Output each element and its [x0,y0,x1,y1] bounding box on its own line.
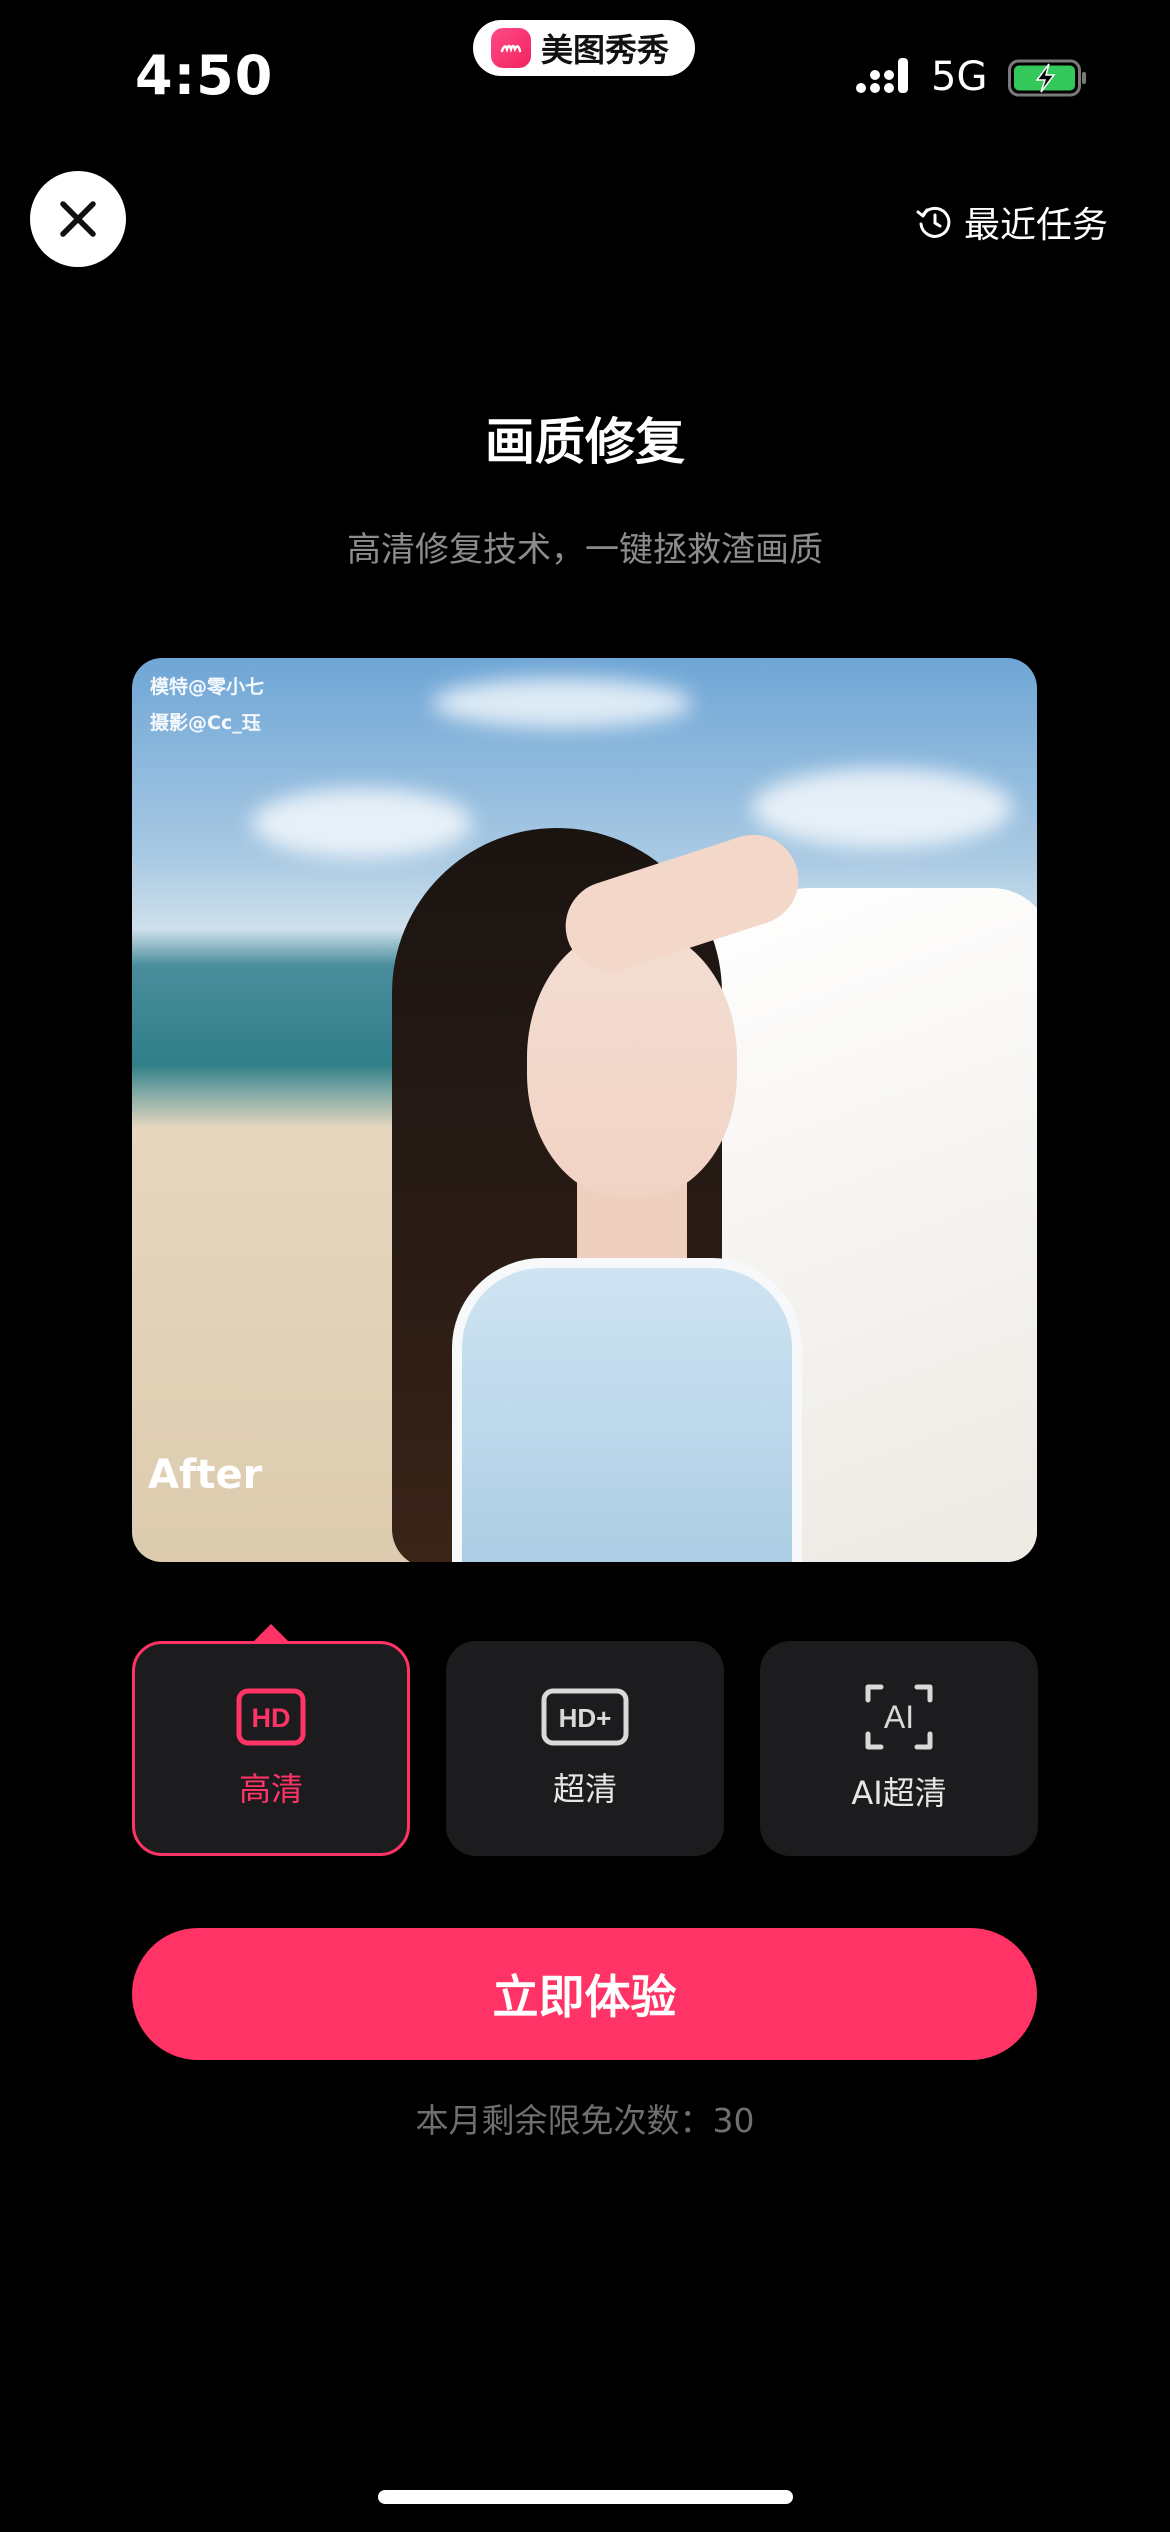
network-type: 5G [931,54,988,100]
hd-icon: HD [236,1688,306,1745]
selection-pointer [253,1624,289,1642]
free-quota-text: 本月剩余限免次数：30 [415,2101,755,2140]
option-hd-plus[interactable]: HD+ 超清 [446,1641,724,1856]
ai-icon: AI [865,1684,933,1749]
close-button[interactable] [30,171,126,267]
preview-image: 模特@零小七 摄影@Cc_珏 After [132,658,1037,1562]
app-switch-pill[interactable]: 美图秀秀 [473,20,695,76]
battery-charging-icon [1008,59,1086,97]
option-label: AI超清 [851,1773,947,1812]
option-label: 高清 [238,1769,303,1808]
quality-options: HD 高清 HD+ 超清 AI AI超清 [132,1641,1038,1856]
app-name: 美图秀秀 [541,31,670,69]
model-credit: 模特@零小七 [150,676,265,698]
option-hd[interactable]: HD 高清 [132,1641,410,1856]
svg-text:HD: HD [252,1703,291,1733]
option-ai[interactable]: AI AI超清 [760,1641,1038,1856]
option-label: 超清 [552,1769,617,1808]
status-time: 4:50 [135,44,274,107]
photo-credit: 摄影@Cc_珏 [150,712,261,734]
recent-tasks-label: 最近任务 [963,205,1108,246]
home-indicator[interactable] [378,2490,793,2504]
meitu-logo-icon [491,28,531,68]
svg-text:AI: AI [884,1699,914,1735]
history-icon [916,206,951,238]
svg-text:HD+: HD+ [559,1703,612,1733]
cellular-signal-icon [856,58,908,93]
hd-plus-icon: HD+ [541,1688,629,1745]
page-subtitle: 高清修复技术，一键拯救渣画质 [347,530,823,570]
close-icon [60,201,96,237]
after-label: After [148,1452,263,1498]
recent-tasks-button[interactable]: 最近任务 [916,196,1108,248]
page-title: 画质修复 [485,413,685,471]
try-now-button[interactable]: 立即体验 [132,1928,1037,2060]
